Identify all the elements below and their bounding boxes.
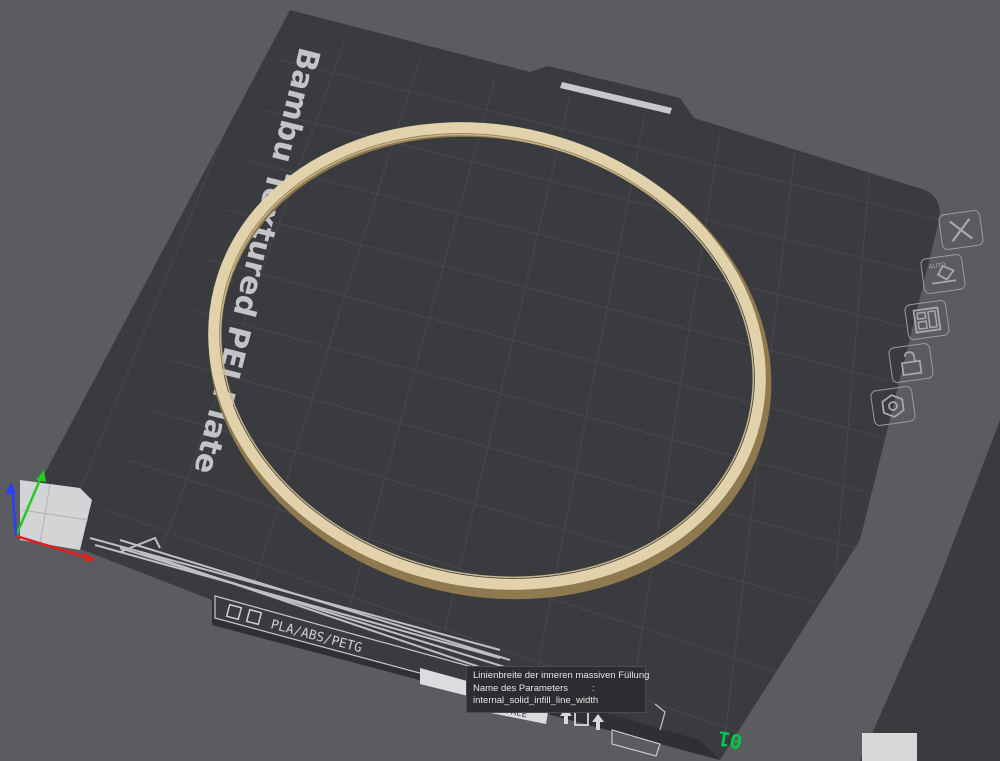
arrange-button[interactable] xyxy=(903,299,951,341)
plate-number[interactable]: 01 xyxy=(716,726,744,754)
close-plate-button[interactable] xyxy=(937,209,985,251)
tooltip-param-name: internal_solid_infill_line_width xyxy=(473,695,599,706)
lock-plate-button[interactable] xyxy=(887,342,935,384)
neighbor-plate-corner xyxy=(862,733,917,761)
arrange-icon xyxy=(912,306,942,334)
close-icon xyxy=(949,218,973,242)
parameter-tooltip: Linienbreite der inneren massiven Füllun… xyxy=(466,666,650,713)
tooltip-separator: : xyxy=(592,682,595,694)
neighbor-plate xyxy=(860,420,1000,761)
tooltip-param-label: Name des Parameters xyxy=(473,682,569,694)
build-plate[interactable]: Bambu Textured PEI Plate PLA/ABS/PETG RF… xyxy=(20,10,940,760)
auto-orient-icon: AUTO xyxy=(928,262,957,285)
tooltip-title: Linienbreite der inneren massiven Füllun… xyxy=(473,670,650,681)
plate-settings-button[interactable] xyxy=(869,385,917,427)
plate-settings-icon xyxy=(881,394,905,418)
auto-orient-button[interactable]: AUTO xyxy=(919,253,967,295)
unlock-icon xyxy=(900,351,923,377)
3d-viewport[interactable]: Bambu Textured PEI Plate PLA/ABS/PETG RF… xyxy=(0,0,1000,761)
